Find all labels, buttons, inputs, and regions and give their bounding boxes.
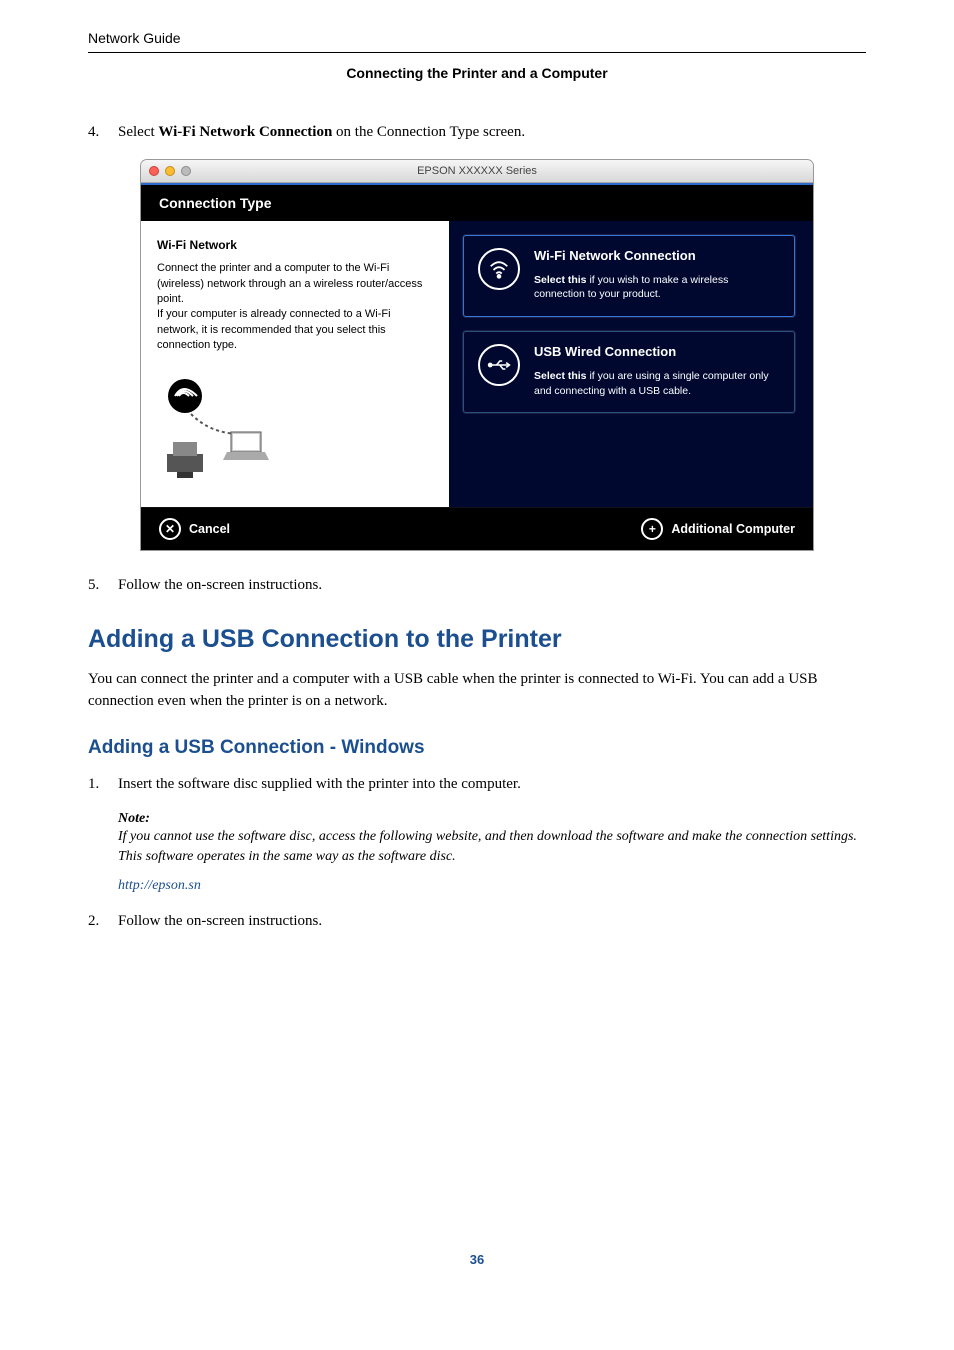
cancel-label: Cancel xyxy=(189,522,230,536)
note-body: If you cannot use the software disc, acc… xyxy=(118,827,866,868)
usb-intro-paragraph: You can connect the printer and a comput… xyxy=(88,668,866,713)
step-text: Follow the on-screen instructions. xyxy=(118,574,322,597)
page-number: 36 xyxy=(88,1252,866,1267)
option-usb-subtitle: Select this if you are using a single co… xyxy=(534,369,780,398)
step-number: 2. xyxy=(88,910,118,933)
info-panel-body: Connect the printer and a computer to th… xyxy=(157,261,433,353)
dialog-footer: ✕ Cancel + Additional Computer xyxy=(141,507,813,550)
step-5: 5. Follow the on-screen instructions. xyxy=(88,574,866,597)
step-text: Insert the software disc supplied with t… xyxy=(118,773,521,796)
close-x-icon: ✕ xyxy=(159,518,181,540)
wifi-icon xyxy=(478,248,520,290)
installer-screenshot: EPSON XXXXXX Series Connection Type Wi-F… xyxy=(141,160,813,551)
note-label: Note: xyxy=(118,811,866,827)
divider xyxy=(88,52,866,53)
option-usb[interactable]: USB Wired Connection Select this if you … xyxy=(463,331,795,413)
option-wifi-subtitle: Select this if you wish to make a wirele… xyxy=(534,273,780,302)
option-wifi[interactable]: Wi-Fi Network Connection Select this if … xyxy=(463,235,795,317)
guide-title: Network Guide xyxy=(88,30,866,46)
usb-icon xyxy=(478,344,520,386)
info-panel-illustration xyxy=(157,376,433,491)
step-text: Follow the on-screen instructions. xyxy=(118,910,322,933)
option-wifi-sub-lead: Select this xyxy=(534,274,587,286)
usb-step-2: 2. Follow the on-screen instructions. xyxy=(88,910,866,933)
dialog-body: Wi-Fi Network Connect the printer and a … xyxy=(141,221,813,508)
section-heading: Connecting the Printer and a Computer xyxy=(88,65,866,81)
cancel-button[interactable]: ✕ Cancel xyxy=(159,518,230,540)
step-4: 4. Select Wi-Fi Network Connection on th… xyxy=(88,121,866,144)
heading-adding-usb: Adding a USB Connection to the Printer xyxy=(88,625,866,654)
option-usb-sub-lead: Select this xyxy=(534,370,587,382)
additional-computer-label: Additional Computer xyxy=(671,522,795,536)
plus-icon: + xyxy=(641,518,663,540)
step-text-prefix: Select xyxy=(118,124,158,140)
step-number: 5. xyxy=(88,574,118,597)
info-panel-title: Wi-Fi Network xyxy=(157,237,433,254)
additional-computer-button[interactable]: + Additional Computer xyxy=(641,518,795,540)
heading-adding-usb-windows: Adding a USB Connection - Windows xyxy=(88,737,866,759)
option-usb-title: USB Wired Connection xyxy=(534,344,780,359)
info-panel: Wi-Fi Network Connect the printer and a … xyxy=(141,221,449,508)
usb-step-1: 1. Insert the software disc supplied wit… xyxy=(88,773,866,796)
options-panel: Wi-Fi Network Connection Select this if … xyxy=(449,221,813,508)
dialog-header: Connection Type xyxy=(141,183,813,221)
mac-titlebar: EPSON XXXXXX Series xyxy=(141,160,813,183)
step-number: 1. xyxy=(88,773,118,796)
step-text: Select Wi-Fi Network Connection on the C… xyxy=(118,121,525,144)
step-text-bold: Wi-Fi Network Connection xyxy=(158,124,332,140)
step-number: 4. xyxy=(88,121,118,144)
epson-link[interactable]: http://epson.sn xyxy=(118,878,201,893)
step-text-suffix: on the Connection Type screen. xyxy=(332,124,525,140)
window-title: EPSON XXXXXX Series xyxy=(141,165,813,177)
option-wifi-title: Wi-Fi Network Connection xyxy=(534,248,780,263)
